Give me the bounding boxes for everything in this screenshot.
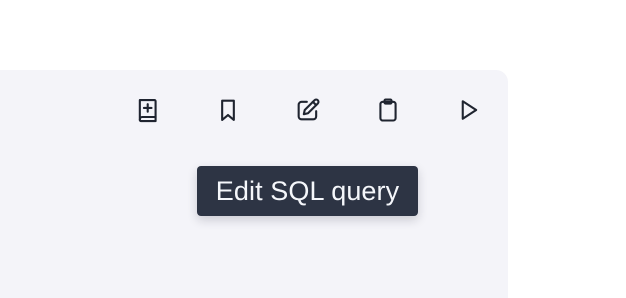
run-query-button[interactable] bbox=[448, 92, 488, 128]
bookmark-button[interactable] bbox=[208, 92, 248, 128]
copy-to-clipboard-button[interactable] bbox=[368, 92, 408, 128]
clipboard-icon bbox=[374, 96, 402, 124]
edit-sql-query-tooltip: Edit SQL query bbox=[197, 166, 418, 216]
add-to-library-button[interactable] bbox=[128, 92, 168, 128]
edit-sql-query-button[interactable] bbox=[288, 92, 328, 128]
add-to-library-icon bbox=[134, 96, 162, 124]
query-toolbar bbox=[128, 78, 488, 142]
play-icon bbox=[454, 96, 482, 124]
page: Edit SQL query bbox=[0, 0, 626, 298]
bookmark-icon bbox=[214, 96, 242, 124]
edit-icon bbox=[294, 96, 322, 124]
tooltip-text: Edit SQL query bbox=[215, 175, 400, 206]
